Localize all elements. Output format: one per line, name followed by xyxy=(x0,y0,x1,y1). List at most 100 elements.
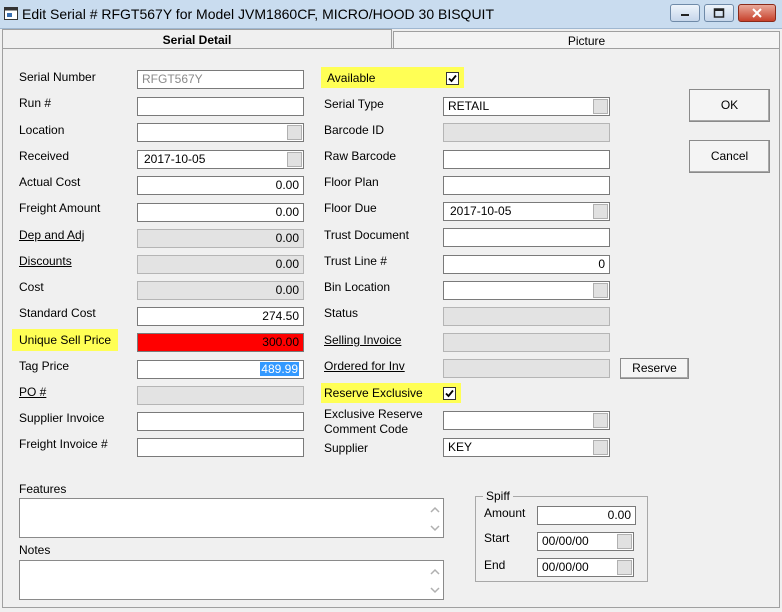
tag-price-field[interactable]: 489.99 xyxy=(137,360,304,379)
notes-scrollbar[interactable] xyxy=(427,561,443,599)
serial-type-select[interactable]: RETAIL xyxy=(443,97,610,116)
status-field xyxy=(443,307,610,326)
checkmark-icon xyxy=(445,389,454,398)
window-title: Edit Serial # RFGT567Y for Model JVM1860… xyxy=(22,6,495,22)
barcode-id-field xyxy=(443,123,610,142)
serial-type-value: RETAIL xyxy=(448,99,490,113)
serial-type-dropdown-button[interactable] xyxy=(593,99,608,114)
available-checkbox[interactable] xyxy=(446,72,459,85)
spiff-start-value: 00/00/00 xyxy=(542,534,589,548)
bin-location-label: Bin Location xyxy=(324,280,391,294)
supplier-label: Supplier xyxy=(324,441,369,455)
location-dropdown-button[interactable] xyxy=(287,125,302,140)
ordered-for-inv-field xyxy=(443,359,610,378)
cost-label: Cost xyxy=(19,280,44,294)
close-button[interactable] xyxy=(738,4,776,22)
features-textarea[interactable] xyxy=(19,498,444,538)
location-field[interactable] xyxy=(137,123,304,142)
received-label: Received xyxy=(19,149,70,163)
spiff-start-label: Start xyxy=(484,531,510,545)
run-field[interactable] xyxy=(137,97,304,116)
floor-plan-label: Floor Plan xyxy=(324,175,379,189)
ordered-for-inv-link[interactable]: Ordered for Inv xyxy=(324,359,405,373)
reserve-exclusive-label: Reserve Exclusive xyxy=(324,386,423,400)
trust-line-field[interactable]: 0 xyxy=(443,255,610,274)
tab-picture[interactable]: Picture xyxy=(393,31,780,49)
spiff-end-field[interactable]: 00/00/00 xyxy=(537,558,634,577)
reserve-button[interactable]: Reserve xyxy=(620,358,689,379)
cancel-button[interactable]: Cancel xyxy=(689,140,770,173)
spiff-amount-field[interactable]: 0.00 xyxy=(537,506,636,525)
maximize-icon xyxy=(713,8,725,18)
trust-document-label: Trust Document xyxy=(324,228,409,242)
notes-textarea[interactable] xyxy=(19,560,444,600)
floor-plan-field[interactable] xyxy=(443,176,610,195)
spiff-start-field[interactable]: 00/00/00 xyxy=(537,532,634,551)
supplier-invoice-field[interactable] xyxy=(137,412,304,431)
bin-location-dropdown-button[interactable] xyxy=(593,283,608,298)
trust-line-label: Trust Line # xyxy=(324,254,387,268)
supplier-dropdown-button[interactable] xyxy=(593,440,608,455)
actual-cost-label: Actual Cost xyxy=(19,175,81,189)
serial-number-label: Serial Number xyxy=(19,70,96,84)
spiff-end-value: 00/00/00 xyxy=(542,560,589,574)
serial-type-label: Serial Type xyxy=(324,97,384,111)
scroll-down-icon xyxy=(430,587,440,594)
tag-price-label: Tag Price xyxy=(19,359,70,373)
discounts-link[interactable]: Discounts xyxy=(19,254,72,268)
freight-amount-label: Freight Amount xyxy=(19,201,101,215)
trust-document-field[interactable] xyxy=(443,228,610,247)
barcode-id-label: Barcode ID xyxy=(324,123,385,137)
close-icon xyxy=(752,8,762,18)
spiff-end-label: End xyxy=(484,558,506,572)
freight-invoice-label: Freight Invoice # xyxy=(19,437,108,451)
reserve-exclusive-checkbox[interactable] xyxy=(443,387,456,400)
notes-label: Notes xyxy=(19,543,51,557)
received-value: 2017-10-05 xyxy=(144,152,206,166)
freight-invoice-field[interactable] xyxy=(137,438,304,457)
supplier-select[interactable]: KEY xyxy=(443,438,610,457)
scroll-up-icon xyxy=(430,568,440,575)
exclusive-reserve-label: Exclusive Reserve xyxy=(324,407,423,421)
exclusive-comment-code-select[interactable] xyxy=(443,411,610,430)
spiff-amount-label: Amount xyxy=(484,506,526,520)
available-label: Available xyxy=(327,71,376,85)
standard-cost-field[interactable]: 274.50 xyxy=(137,307,304,326)
po-link[interactable]: PO # xyxy=(19,385,46,399)
maximize-button[interactable] xyxy=(704,4,734,22)
bin-location-field[interactable] xyxy=(443,281,610,300)
comment-code-label: Comment Code xyxy=(324,422,409,436)
location-label: Location xyxy=(19,123,65,137)
supplier-value: KEY xyxy=(448,440,473,454)
minimize-button[interactable] xyxy=(670,4,700,22)
po-field xyxy=(137,386,304,405)
title-bar[interactable]: Edit Serial # RFGT567Y for Model JVM1860… xyxy=(0,0,782,29)
features-label: Features xyxy=(19,482,67,496)
dep-and-adj-link[interactable]: Dep and Adj xyxy=(19,228,84,242)
tag-price-selected-text: 489.99 xyxy=(260,362,299,376)
spiff-start-date-picker-button[interactable] xyxy=(617,534,632,549)
ok-button[interactable]: OK xyxy=(689,89,770,122)
status-label: Status xyxy=(324,306,359,320)
selling-invoice-field xyxy=(443,333,610,352)
received-date-picker-button[interactable] xyxy=(287,152,302,167)
tab-serial-detail[interactable]: Serial Detail xyxy=(2,29,392,49)
features-scrollbar[interactable] xyxy=(427,499,443,537)
raw-barcode-field[interactable] xyxy=(443,150,610,169)
dep-and-adj-field: 0.00 xyxy=(137,229,304,248)
unique-sell-price-field[interactable]: 300.00 xyxy=(137,333,304,352)
discounts-field: 0.00 xyxy=(137,255,304,274)
freight-amount-field[interactable]: 0.00 xyxy=(137,203,304,222)
floor-due-value: 2017-10-05 xyxy=(450,204,512,218)
actual-cost-field[interactable]: 0.00 xyxy=(137,176,304,195)
scroll-up-icon xyxy=(430,506,440,513)
floor-due-date-picker-button[interactable] xyxy=(593,204,608,219)
standard-cost-label: Standard Cost xyxy=(19,306,96,320)
floor-due-field[interactable]: 2017-10-05 xyxy=(443,202,610,221)
received-field[interactable]: 2017-10-05 xyxy=(137,150,304,169)
serial-number-field[interactable]: RFGT567Y xyxy=(137,70,304,89)
exclusive-comment-dropdown-button[interactable] xyxy=(593,413,608,428)
selling-invoice-link[interactable]: Selling Invoice xyxy=(324,333,401,347)
spiff-end-date-picker-button[interactable] xyxy=(617,560,632,575)
app-icon xyxy=(4,7,18,20)
